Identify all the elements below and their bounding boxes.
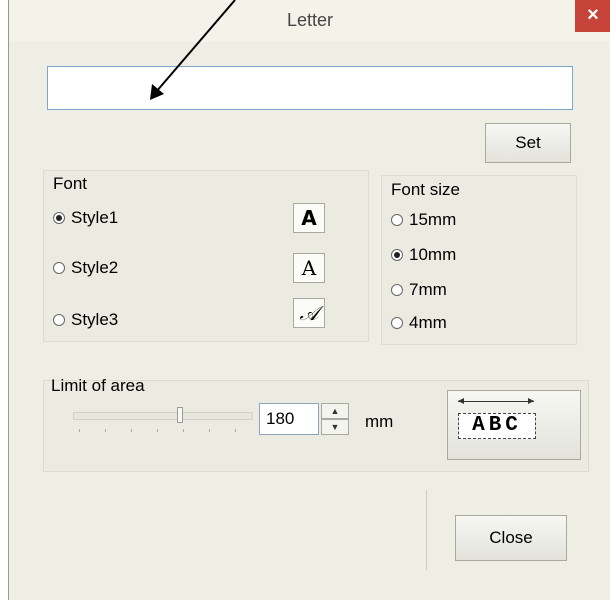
limit-value-input[interactable]: 180	[259, 403, 319, 435]
slider-tick	[183, 429, 184, 432]
radio-icon	[391, 214, 403, 226]
size-15mm-label: 15mm	[409, 210, 457, 229]
separator	[426, 490, 427, 570]
size-15mm-radio[interactable]: 15mm	[391, 210, 456, 230]
spin-up-icon[interactable]: ▲	[321, 403, 349, 419]
font-style3-label: Style3	[71, 310, 119, 329]
font-style2-label: Style2	[71, 258, 119, 277]
letter-text-input[interactable]	[47, 66, 573, 110]
limit-slider-track[interactable]	[73, 412, 253, 420]
size-10mm-label: 10mm	[409, 245, 457, 264]
radio-selected-icon	[53, 212, 65, 224]
size-7mm-radio[interactable]: 7mm	[391, 280, 447, 300]
slider-tick	[131, 429, 132, 432]
radio-icon	[391, 317, 403, 329]
radio-icon	[53, 262, 65, 274]
font-style1-label: Style1	[71, 208, 119, 227]
size-4mm-radio[interactable]: 4mm	[391, 313, 447, 333]
slider-tick	[235, 429, 236, 432]
font-group-label: Font	[53, 174, 88, 193]
style3-sample-icon[interactable]: 𝒜	[293, 298, 325, 328]
close-button[interactable]: Close	[455, 515, 567, 561]
set-button[interactable]: Set	[485, 123, 571, 163]
style2-sample-icon[interactable]: A	[293, 253, 325, 283]
close-icon[interactable]: ×	[575, 0, 610, 32]
size-10mm-radio[interactable]: 10mm	[391, 245, 456, 265]
font-style2-radio[interactable]: Style2	[53, 258, 118, 278]
width-arrow-icon	[458, 398, 534, 404]
radio-icon	[391, 284, 403, 296]
area-preview-text: ABC	[458, 413, 536, 439]
radio-selected-icon	[391, 249, 403, 261]
font-size-group-label: Font size	[391, 180, 460, 199]
font-style1-radio[interactable]: Style1	[53, 208, 118, 228]
title-bar: Letter ×	[9, 0, 610, 42]
slider-tick	[157, 429, 158, 432]
size-7mm-label: 7mm	[409, 280, 447, 299]
area-preview-button[interactable]: ABC	[447, 390, 581, 460]
letter-dialog: Letter × Set Font Style1 Style2 Style3 A…	[8, 0, 610, 600]
limit-slider-thumb[interactable]	[177, 407, 183, 423]
limit-area-label: Limit of area	[51, 376, 145, 395]
spin-down-icon[interactable]: ▼	[321, 419, 349, 435]
limit-unit-label: mm	[365, 412, 394, 431]
radio-icon	[53, 314, 65, 326]
size-4mm-label: 4mm	[409, 313, 447, 332]
slider-tick	[105, 429, 106, 432]
slider-tick	[79, 429, 80, 432]
style1-sample-icon[interactable]: A	[293, 203, 325, 233]
dialog-title: Letter	[286, 10, 334, 30]
font-style3-radio[interactable]: Style3	[53, 310, 118, 330]
slider-tick	[209, 429, 210, 432]
